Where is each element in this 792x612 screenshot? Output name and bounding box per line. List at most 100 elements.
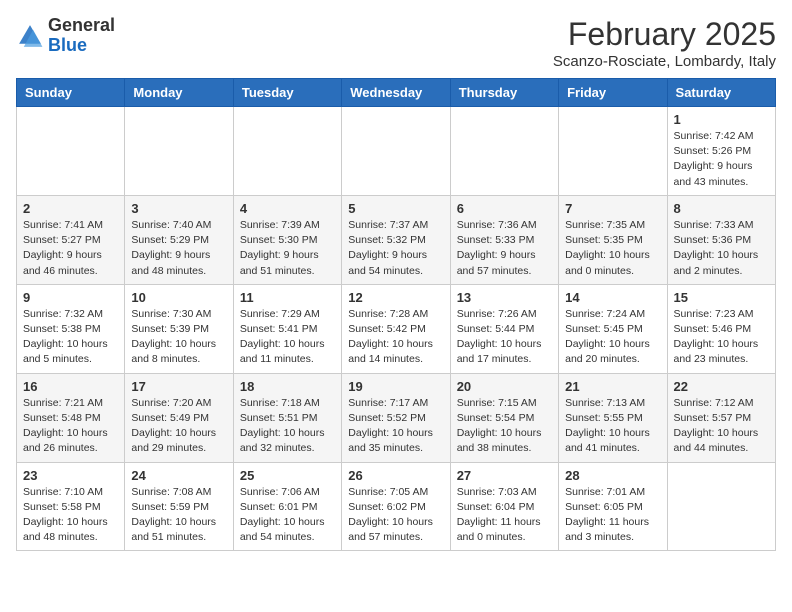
day-number: 5 bbox=[348, 201, 443, 216]
logo-text: General Blue bbox=[48, 16, 115, 56]
calendar-header-row: SundayMondayTuesdayWednesdayThursdayFrid… bbox=[17, 79, 776, 107]
day-info: Sunrise: 7:37 AM Sunset: 5:32 PM Dayligh… bbox=[348, 218, 443, 279]
day-info: Sunrise: 7:17 AM Sunset: 5:52 PM Dayligh… bbox=[348, 396, 443, 457]
calendar-cell: 5 Sunrise: 7:37 AM Sunset: 5:32 PM Daylig… bbox=[342, 195, 450, 284]
day-number: 26 bbox=[348, 468, 443, 483]
calendar-cell bbox=[125, 107, 233, 196]
day-number: 3 bbox=[131, 201, 226, 216]
calendar-cell: 7Sunrise: 7:35 AM Sunset: 5:35 PM Daylig… bbox=[559, 195, 667, 284]
calendar-cell: 12 Sunrise: 7:28 AM Sunset: 5:42 PM Dayli… bbox=[342, 284, 450, 373]
calendar-cell bbox=[17, 107, 125, 196]
calendar-cell: 4Sunrise: 7:39 AM Sunset: 5:30 PM Daylig… bbox=[233, 195, 341, 284]
calendar-cell: 13Sunrise: 7:26 AM Sunset: 5:44 PM Dayli… bbox=[450, 284, 558, 373]
day-number: 7 bbox=[565, 201, 660, 216]
calendar-week-row: 2 Sunrise: 7:41 AM Sunset: 5:27 PM Daylig… bbox=[17, 195, 776, 284]
day-number: 11 bbox=[240, 290, 335, 305]
day-info: Sunrise: 7:08 AM Sunset: 5:59 PM Dayligh… bbox=[131, 485, 226, 546]
calendar-header-saturday: Saturday bbox=[667, 79, 775, 107]
day-info: Sunrise: 7:23 AM Sunset: 5:46 PM Dayligh… bbox=[674, 307, 769, 368]
page-header: General Blue February 2025 Scanzo-Roscia… bbox=[16, 16, 776, 70]
calendar-week-row: 23 Sunrise: 7:10 AM Sunset: 5:58 PM Dayli… bbox=[17, 462, 776, 551]
calendar-cell bbox=[233, 107, 341, 196]
day-info: Sunrise: 7:01 AM Sunset: 6:05 PM Dayligh… bbox=[565, 485, 660, 546]
day-number: 6 bbox=[457, 201, 552, 216]
calendar-header-sunday: Sunday bbox=[17, 79, 125, 107]
day-info: Sunrise: 7:36 AM Sunset: 5:33 PM Dayligh… bbox=[457, 218, 552, 279]
day-info: Sunrise: 7:21 AM Sunset: 5:48 PM Dayligh… bbox=[23, 396, 118, 457]
day-number: 18 bbox=[240, 379, 335, 394]
day-info: Sunrise: 7:03 AM Sunset: 6:04 PM Dayligh… bbox=[457, 485, 552, 546]
calendar-cell: 8 Sunrise: 7:33 AM Sunset: 5:36 PM Daylig… bbox=[667, 195, 775, 284]
calendar-cell: 22 Sunrise: 7:12 AM Sunset: 5:57 PM Dayli… bbox=[667, 373, 775, 462]
day-info: Sunrise: 7:10 AM Sunset: 5:58 PM Dayligh… bbox=[23, 485, 118, 546]
day-info: Sunrise: 7:05 AM Sunset: 6:02 PM Dayligh… bbox=[348, 485, 443, 546]
day-number: 10 bbox=[131, 290, 226, 305]
calendar-header-wednesday: Wednesday bbox=[342, 79, 450, 107]
calendar-cell: 11 Sunrise: 7:29 AM Sunset: 5:41 PM Dayli… bbox=[233, 284, 341, 373]
calendar-cell: 10 Sunrise: 7:30 AM Sunset: 5:39 PM Dayli… bbox=[125, 284, 233, 373]
day-info: Sunrise: 7:13 AM Sunset: 5:55 PM Dayligh… bbox=[565, 396, 660, 457]
location: Scanzo-Rosciate, Lombardy, Italy bbox=[553, 53, 776, 70]
day-number: 15 bbox=[674, 290, 769, 305]
calendar-header-tuesday: Tuesday bbox=[233, 79, 341, 107]
calendar-cell: 23 Sunrise: 7:10 AM Sunset: 5:58 PM Dayli… bbox=[17, 462, 125, 551]
calendar-cell bbox=[667, 462, 775, 551]
day-number: 4 bbox=[240, 201, 335, 216]
day-info: Sunrise: 7:40 AM Sunset: 5:29 PM Dayligh… bbox=[131, 218, 226, 279]
calendar-week-row: 16 Sunrise: 7:21 AM Sunset: 5:48 PM Dayli… bbox=[17, 373, 776, 462]
day-info: Sunrise: 7:28 AM Sunset: 5:42 PM Dayligh… bbox=[348, 307, 443, 368]
day-number: 25 bbox=[240, 468, 335, 483]
day-number: 17 bbox=[131, 379, 226, 394]
day-number: 12 bbox=[348, 290, 443, 305]
day-info: Sunrise: 7:24 AM Sunset: 5:45 PM Dayligh… bbox=[565, 307, 660, 368]
day-info: Sunrise: 7:12 AM Sunset: 5:57 PM Dayligh… bbox=[674, 396, 769, 457]
calendar-header-thursday: Thursday bbox=[450, 79, 558, 107]
calendar-cell: 2 Sunrise: 7:41 AM Sunset: 5:27 PM Daylig… bbox=[17, 195, 125, 284]
calendar-header-monday: Monday bbox=[125, 79, 233, 107]
logo: General Blue bbox=[16, 16, 115, 56]
day-info: Sunrise: 7:06 AM Sunset: 6:01 PM Dayligh… bbox=[240, 485, 335, 546]
day-info: Sunrise: 7:15 AM Sunset: 5:54 PM Dayligh… bbox=[457, 396, 552, 457]
calendar-cell: 15 Sunrise: 7:23 AM Sunset: 5:46 PM Dayli… bbox=[667, 284, 775, 373]
day-info: Sunrise: 7:33 AM Sunset: 5:36 PM Dayligh… bbox=[674, 218, 769, 279]
calendar-cell bbox=[342, 107, 450, 196]
calendar-cell: 16 Sunrise: 7:21 AM Sunset: 5:48 PM Dayli… bbox=[17, 373, 125, 462]
day-number: 16 bbox=[23, 379, 118, 394]
calendar-cell bbox=[450, 107, 558, 196]
calendar-header-friday: Friday bbox=[559, 79, 667, 107]
day-number: 9 bbox=[23, 290, 118, 305]
calendar-cell: 18 Sunrise: 7:18 AM Sunset: 5:51 PM Dayli… bbox=[233, 373, 341, 462]
day-number: 24 bbox=[131, 468, 226, 483]
day-number: 20 bbox=[457, 379, 552, 394]
calendar-cell: 26 Sunrise: 7:05 AM Sunset: 6:02 PM Dayli… bbox=[342, 462, 450, 551]
day-number: 8 bbox=[674, 201, 769, 216]
day-info: Sunrise: 7:30 AM Sunset: 5:39 PM Dayligh… bbox=[131, 307, 226, 368]
calendar-cell: 6 Sunrise: 7:36 AM Sunset: 5:33 PM Daylig… bbox=[450, 195, 558, 284]
day-number: 14 bbox=[565, 290, 660, 305]
calendar-week-row: 1 Sunrise: 7:42 AM Sunset: 5:26 PM Daylig… bbox=[17, 107, 776, 196]
day-info: Sunrise: 7:41 AM Sunset: 5:27 PM Dayligh… bbox=[23, 218, 118, 279]
day-info: Sunrise: 7:18 AM Sunset: 5:51 PM Dayligh… bbox=[240, 396, 335, 457]
calendar-cell: 17 Sunrise: 7:20 AM Sunset: 5:49 PM Dayli… bbox=[125, 373, 233, 462]
day-info: Sunrise: 7:20 AM Sunset: 5:49 PM Dayligh… bbox=[131, 396, 226, 457]
logo-blue: Blue bbox=[48, 35, 87, 55]
calendar-week-row: 9 Sunrise: 7:32 AM Sunset: 5:38 PM Daylig… bbox=[17, 284, 776, 373]
calendar-cell: 1 Sunrise: 7:42 AM Sunset: 5:26 PM Daylig… bbox=[667, 107, 775, 196]
calendar-cell: 28 Sunrise: 7:01 AM Sunset: 6:05 PM Dayli… bbox=[559, 462, 667, 551]
calendar-cell: 20 Sunrise: 7:15 AM Sunset: 5:54 PM Dayli… bbox=[450, 373, 558, 462]
day-number: 22 bbox=[674, 379, 769, 394]
day-number: 23 bbox=[23, 468, 118, 483]
day-info: Sunrise: 7:29 AM Sunset: 5:41 PM Dayligh… bbox=[240, 307, 335, 368]
day-number: 19 bbox=[348, 379, 443, 394]
logo-general: General bbox=[48, 15, 115, 35]
day-number: 28 bbox=[565, 468, 660, 483]
calendar-cell: 19 Sunrise: 7:17 AM Sunset: 5:52 PM Dayli… bbox=[342, 373, 450, 462]
day-number: 1 bbox=[674, 112, 769, 127]
day-info: Sunrise: 7:26 AM Sunset: 5:44 PM Dayligh… bbox=[457, 307, 552, 368]
calendar-cell: 3 Sunrise: 7:40 AM Sunset: 5:29 PM Daylig… bbox=[125, 195, 233, 284]
day-info: Sunrise: 7:42 AM Sunset: 5:26 PM Dayligh… bbox=[674, 129, 769, 190]
day-info: Sunrise: 7:32 AM Sunset: 5:38 PM Dayligh… bbox=[23, 307, 118, 368]
day-number: 21 bbox=[565, 379, 660, 394]
day-number: 2 bbox=[23, 201, 118, 216]
title-block: February 2025 Scanzo-Rosciate, Lombardy,… bbox=[553, 16, 776, 70]
